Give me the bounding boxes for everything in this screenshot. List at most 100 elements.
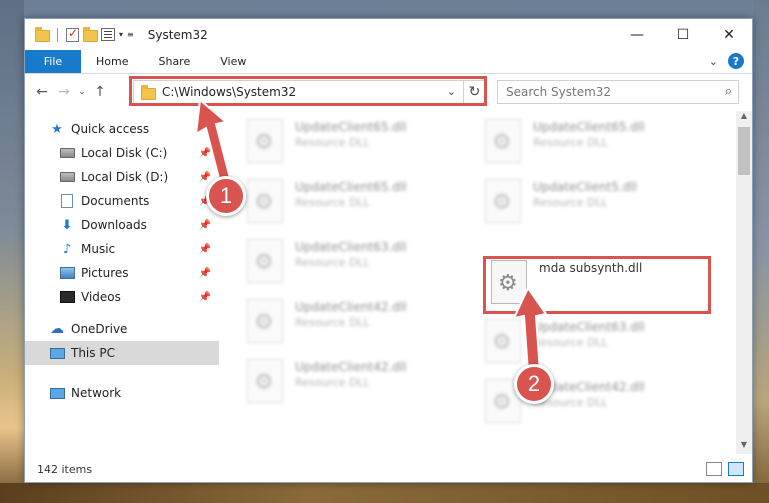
address-bar[interactable]: C:\Windows\System32 ⌄ <box>133 80 485 104</box>
pin-icon[interactable]: 📌 <box>199 292 211 303</box>
sidebar-item-videos[interactable]: Videos 📌 <box>25 285 219 309</box>
navigation-pane: ★ Quick access Local Disk (C:) 📌 Local D… <box>25 109 221 454</box>
file-item[interactable]: UpdateClient63.dll Resource DLL <box>247 239 477 295</box>
sidebar-item-local-disk-c[interactable]: Local Disk (C:) 📌 <box>25 141 219 165</box>
sidebar-item-label: Documents <box>81 194 150 208</box>
sidebar-item-downloads[interactable]: ⬇ Downloads 📌 <box>25 213 219 237</box>
status-bar: 142 items <box>25 456 752 482</box>
drive-icon <box>59 146 75 160</box>
tab-view[interactable]: View <box>205 50 261 73</box>
sidebar-item-label: Pictures <box>81 266 129 280</box>
tab-share[interactable]: Share <box>143 50 205 73</box>
sidebar-item-pictures[interactable]: Pictures 📌 <box>25 261 219 285</box>
sidebar-item-this-pc[interactable]: This PC <box>25 341 219 365</box>
maximize-button[interactable]: ☐ <box>660 19 706 50</box>
window-title: System32 <box>147 27 208 42</box>
file-type: Resource DLL <box>295 136 370 149</box>
sidebar-item-label: Quick access <box>71 122 150 136</box>
help-icon[interactable]: ? <box>728 53 744 69</box>
file-type: Resource DLL <box>295 376 370 389</box>
search-icon[interactable]: ⌕ <box>725 84 732 99</box>
file-item[interactable]: UpdateClient42.dll Resource DLL <box>247 299 477 355</box>
large-icons-view-icon[interactable] <box>728 462 744 476</box>
tab-file[interactable]: File <box>25 50 81 73</box>
file-name: mda subsynth.dll <box>539 261 643 275</box>
sidebar-item-quick-access[interactable]: ★ Quick access <box>25 117 219 141</box>
title-bar: ▾ ≡ System32 — ☐ ✕ <box>25 19 752 50</box>
address-dropdown-icon[interactable]: ⌄ <box>447 85 456 98</box>
scroll-down-icon[interactable]: ▼ <box>736 440 752 454</box>
file-type: Resource DLL <box>295 316 370 329</box>
sidebar-item-label: OneDrive <box>71 322 128 336</box>
sidebar-item-local-disk-d[interactable]: Local Disk (D:) 📌 <box>25 165 219 189</box>
file-name: UpdateClient65.dll <box>533 120 645 134</box>
file-type: Resource DLL <box>533 336 608 349</box>
file-item[interactable]: UpdateClient63.dll Resource DLL <box>485 319 715 375</box>
star-icon: ★ <box>51 121 63 137</box>
downloads-icon: ⬇ <box>61 217 73 233</box>
file-item-mda-subsynth[interactable]: mda subsynth.dll <box>491 260 721 316</box>
properties-check-icon[interactable] <box>66 26 79 42</box>
sidebar-item-network[interactable]: Network <box>25 381 219 405</box>
customize-toolbar-icon[interactable]: ≡ <box>127 30 134 39</box>
sidebar-item-label: This PC <box>71 346 115 360</box>
back-button[interactable]: ← <box>31 84 53 100</box>
file-item[interactable]: UpdateClient65.dll Resource DLL <box>247 179 477 235</box>
sidebar-item-documents[interactable]: Documents 📌 <box>25 189 219 213</box>
pin-icon[interactable]: 📌 <box>199 220 211 231</box>
ribbon-right-controls: ⌄ ? <box>709 53 744 69</box>
file-list: UpdateClient65.dll Resource DLL UpdateCli… <box>221 109 736 454</box>
sidebar-item-label: Videos <box>81 290 121 304</box>
pin-icon[interactable]: 📌 <box>199 244 211 255</box>
quick-access-toolbar: ▾ ≡ <box>35 26 134 42</box>
minimize-button[interactable]: — <box>614 19 660 50</box>
sidebar-item-onedrive[interactable]: ☁ OneDrive <box>25 317 219 341</box>
properties-list-icon[interactable] <box>101 28 115 41</box>
file-explorer-window: ▾ ≡ System32 — ☐ ✕ File Home Share View … <box>24 18 753 483</box>
expand-ribbon-icon[interactable]: ⌄ <box>709 55 718 68</box>
step-1-badge: 1 <box>206 176 246 216</box>
sidebar-item-label: Local Disk (D:) <box>81 170 169 184</box>
file-item[interactable]: UpdateClient65.dll Resource DLL <box>485 119 715 175</box>
file-name: UpdateClient42.dll <box>295 360 407 374</box>
new-folder-icon[interactable] <box>83 26 98 42</box>
refresh-button[interactable]: ↻ <box>463 80 485 104</box>
sidebar-item-label: Music <box>81 242 116 256</box>
close-button[interactable]: ✕ <box>706 19 752 50</box>
dll-file-icon <box>247 179 283 223</box>
vertical-scrollbar[interactable]: ▲ ▼ <box>736 111 752 454</box>
scroll-thumb[interactable] <box>738 127 750 175</box>
search-box[interactable]: ⌕ <box>497 80 739 104</box>
file-item[interactable]: UpdateClient65.dll Resource DLL <box>247 119 477 175</box>
scroll-up-icon[interactable]: ▲ <box>736 111 752 125</box>
network-icon <box>49 386 65 400</box>
pin-icon[interactable]: 📌 <box>199 148 211 159</box>
music-icon: ♪ <box>62 241 72 257</box>
sidebar-item-music[interactable]: ♪ Music 📌 <box>25 237 219 261</box>
tab-home[interactable]: Home <box>81 50 143 73</box>
file-name: UpdateClient5.dll <box>533 180 637 194</box>
file-name: UpdateClient63.dll <box>533 320 645 334</box>
sidebar-item-label: Local Disk (C:) <box>81 146 168 160</box>
file-type: Resource DLL <box>533 136 608 149</box>
window-controls: — ☐ ✕ <box>614 19 752 50</box>
sidebar-item-label: Downloads <box>81 218 147 232</box>
step-2-badge: 2 <box>514 364 554 404</box>
chevron-down-icon[interactable]: ▾ <box>119 30 123 39</box>
up-button[interactable]: ↑ <box>89 84 111 100</box>
sidebar-item-label: Network <box>71 386 122 400</box>
file-name: UpdateClient42.dll <box>295 300 407 314</box>
file-type: Resource DLL <box>533 196 608 209</box>
file-item[interactable]: UpdateClient42.dll Resource DLL <box>247 359 477 415</box>
search-input[interactable] <box>506 85 706 99</box>
this-pc-icon <box>49 346 65 360</box>
file-item[interactable]: UpdateClient5.dll Resource DLL <box>485 179 715 235</box>
forward-button[interactable]: → <box>53 84 75 100</box>
pin-icon[interactable]: 📌 <box>199 172 211 183</box>
item-count: 142 items <box>37 462 93 476</box>
documents-icon <box>59 194 75 208</box>
details-view-icon[interactable] <box>706 462 722 476</box>
recent-locations-button[interactable]: ⌄ <box>75 87 89 97</box>
pin-icon[interactable]: 📌 <box>199 268 211 279</box>
address-path[interactable]: C:\Windows\System32 <box>162 85 296 99</box>
